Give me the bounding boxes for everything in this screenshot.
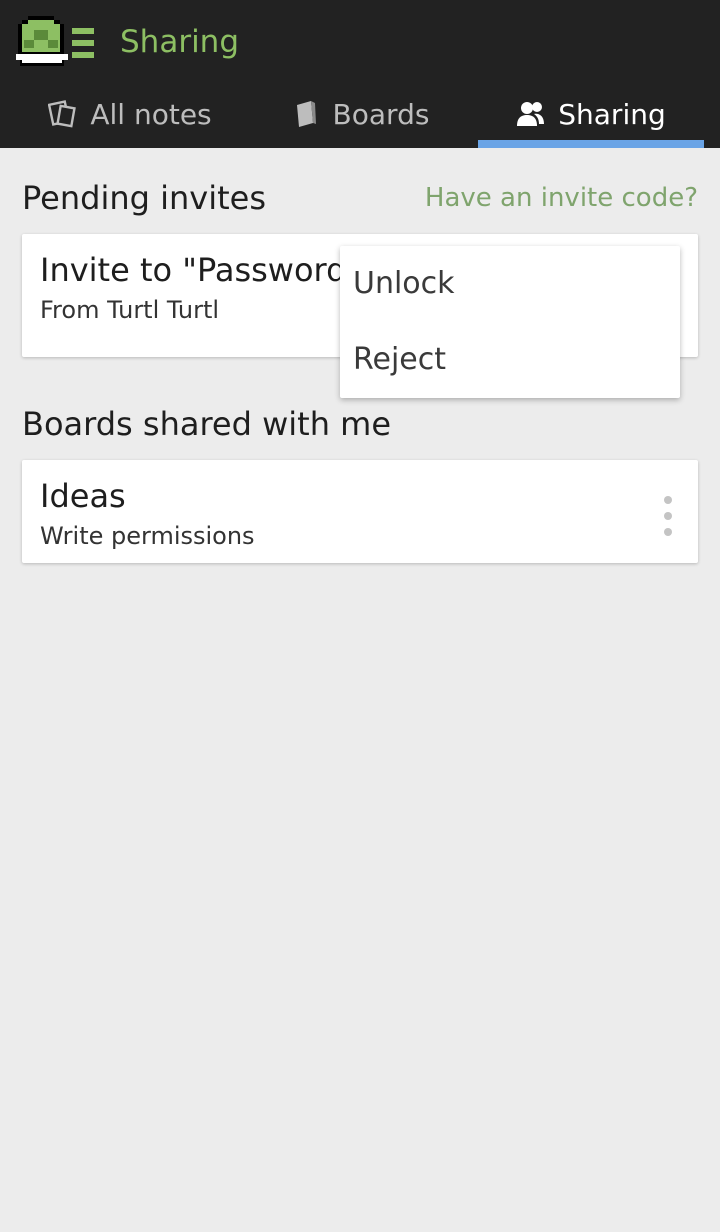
board-permissions: Write permissions: [40, 522, 255, 550]
invite-title: Invite to "Passwords": [40, 251, 378, 289]
notes-icon: [48, 100, 77, 128]
shared-boards-heading: Boards shared with me: [22, 405, 391, 443]
menu-item-label: Reject: [353, 342, 447, 377]
reject-menu-item[interactable]: Reject: [340, 322, 680, 398]
tab-label: All notes: [90, 97, 212, 131]
book-icon: [296, 101, 316, 127]
tab-bar: All notes Boards Sharing: [0, 84, 720, 148]
app-bar: Sharing All notes Boards Sharing: [0, 0, 720, 148]
pending-invites-heading: Pending invites: [22, 179, 266, 217]
tab-label: Sharing: [558, 97, 666, 131]
board-card[interactable]: Ideas Write permissions: [22, 460, 698, 563]
tab-all-notes[interactable]: All notes: [30, 84, 230, 144]
turtl-menu-icon[interactable]: [14, 12, 96, 72]
board-name: Ideas: [40, 477, 126, 515]
active-tab-indicator: [478, 140, 704, 148]
people-icon: [517, 102, 545, 126]
invite-actions-menu: Unlock Reject: [340, 246, 680, 398]
tab-boards[interactable]: Boards: [270, 84, 450, 144]
tab-label: Boards: [332, 97, 430, 131]
more-options-icon[interactable]: [660, 496, 676, 536]
invite-from: From Turtl Turtl: [40, 296, 220, 324]
menu-item-label: Unlock: [353, 266, 455, 301]
invite-code-link[interactable]: Have an invite code?: [425, 180, 698, 216]
page-title: Sharing: [120, 24, 240, 60]
tab-sharing[interactable]: Sharing: [478, 84, 704, 144]
unlock-menu-item[interactable]: Unlock: [340, 246, 680, 322]
